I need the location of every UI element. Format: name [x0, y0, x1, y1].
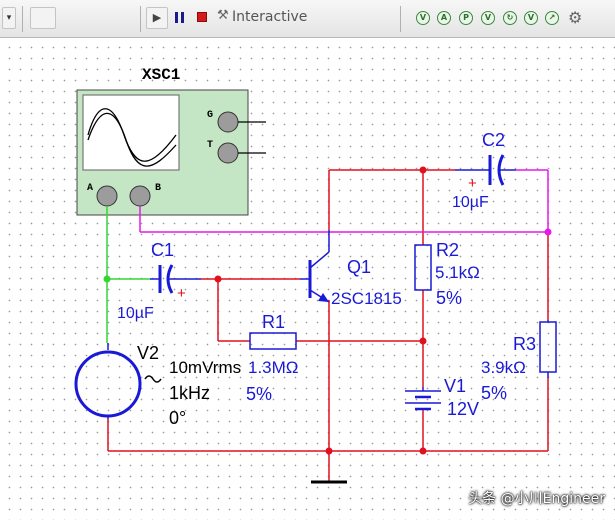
blank-tool-button[interactable] [30, 7, 56, 29]
r1-ref-label: R1 [262, 312, 285, 332]
current-probe-icon[interactable]: A [437, 11, 451, 25]
pause-simulation-button[interactable] [174, 12, 186, 24]
r1-tolerance-label: 5% [246, 384, 272, 404]
polarity-plus-icon: + [468, 175, 477, 192]
v1-ref-label: V1 [444, 376, 466, 396]
dc-source-v1[interactable]: V1 12V [405, 376, 479, 419]
oscilloscope[interactable]: XSC1 G T A B [76, 66, 266, 216]
circuit-wires [107, 169, 549, 482]
resistor-r1[interactable]: R1 1.3MΩ 5% [246, 312, 299, 404]
differential-probe-icon[interactable]: V [481, 11, 495, 25]
q1-ref-label: Q1 [347, 257, 371, 277]
r3-ref-label: R3 [513, 334, 536, 354]
c1-ref-label: C1 [151, 240, 174, 260]
scope-channel-a-label: A [87, 183, 93, 194]
voltage-probe-icon[interactable]: V [416, 11, 430, 25]
scope-channel-b-label: B [155, 183, 161, 194]
schematic-canvas[interactable]: XSC1 G T A B + C1 10µF + C2 10µF Q1 2SC1… [0, 38, 615, 520]
watermark: 头条 @小川Engineer [468, 491, 605, 507]
toolbar-separator [400, 6, 401, 32]
scope-a-wire [106, 206, 150, 343]
c2-value-label: 10µF [452, 194, 489, 211]
capacitor-c2[interactable]: + C2 10µF [452, 130, 516, 211]
transistor-q1[interactable]: Q1 2SC1815 [300, 230, 402, 308]
scope-a-terminal[interactable] [96, 185, 118, 207]
postprocessor-icon[interactable]: ↗ [545, 11, 559, 25]
oscilloscope-screen [82, 94, 180, 171]
scope-b-terminal[interactable] [129, 185, 151, 207]
scope-ground-label: G [207, 110, 213, 121]
r3-value-label: 3.9kΩ [481, 358, 526, 377]
oscilloscope-ref-label: XSC1 [142, 66, 180, 84]
power-probe-icon[interactable]: P [459, 11, 473, 25]
q1-model-label: 2SC1815 [331, 289, 402, 308]
stop-icon [197, 12, 207, 22]
r2-ref-label: R2 [436, 240, 459, 260]
circuit-diagram: XSC1 G T A B + C1 10µF + C2 10µF Q1 2SC1… [74, 66, 557, 484]
polarity-plus-icon: + [177, 285, 186, 302]
pause-icon [175, 12, 178, 23]
simulation-mode-label[interactable]: Interactive [232, 9, 307, 25]
c1-value-label: 10µF [117, 305, 154, 322]
scope-g-terminal[interactable] [217, 111, 239, 133]
r2-value-label: 5.1kΩ [435, 263, 480, 282]
resistor-r2[interactable]: R2 5.1kΩ 5% [414, 240, 480, 308]
toolbar-separator [140, 6, 141, 32]
r2-tolerance-label: 5% [436, 288, 462, 308]
dropdown-button[interactable]: ▾ [2, 7, 16, 29]
r3-tolerance-label: 5% [481, 383, 507, 403]
simulation-toolbar: ▾ ▶ ⚒ Interactive V A P V ↻ V ↗ ⚙ [0, 0, 615, 38]
scope-trigger-label: T [207, 140, 213, 151]
stop-simulation-button[interactable] [197, 12, 208, 23]
c2-ref-label: C2 [482, 130, 505, 150]
v2-phase-label: 0° [169, 408, 186, 428]
resistor-r3[interactable]: R3 3.9kΩ 5% [481, 320, 557, 403]
capacitor-c1[interactable]: + C1 10µF [117, 240, 201, 322]
run-simulation-button[interactable]: ▶ [146, 7, 168, 29]
settings-icon[interactable]: ⚙ [568, 8, 582, 27]
pause-icon-bar [181, 12, 184, 23]
ac-source-v2[interactable]: V2 10mVrms 1kHz 0° [74, 343, 241, 428]
r1-value-label: 1.3MΩ [248, 358, 299, 377]
v2-ref-label: V2 [137, 343, 159, 363]
v2-frequency-label: 1kHz [169, 383, 210, 403]
play-icon: ▶ [152, 11, 162, 24]
toolbar-separator [22, 6, 23, 32]
v1-value-label: 12V [447, 399, 479, 419]
reference-probe-icon[interactable]: ↻ [503, 11, 517, 25]
v2-amplitude-label: 10mVrms [169, 358, 241, 377]
probe-icon[interactable]: ⚒ [217, 8, 229, 23]
sine-icon [144, 375, 162, 383]
scope-t-terminal[interactable] [217, 142, 239, 164]
digital-probe-icon[interactable]: V [524, 11, 538, 25]
